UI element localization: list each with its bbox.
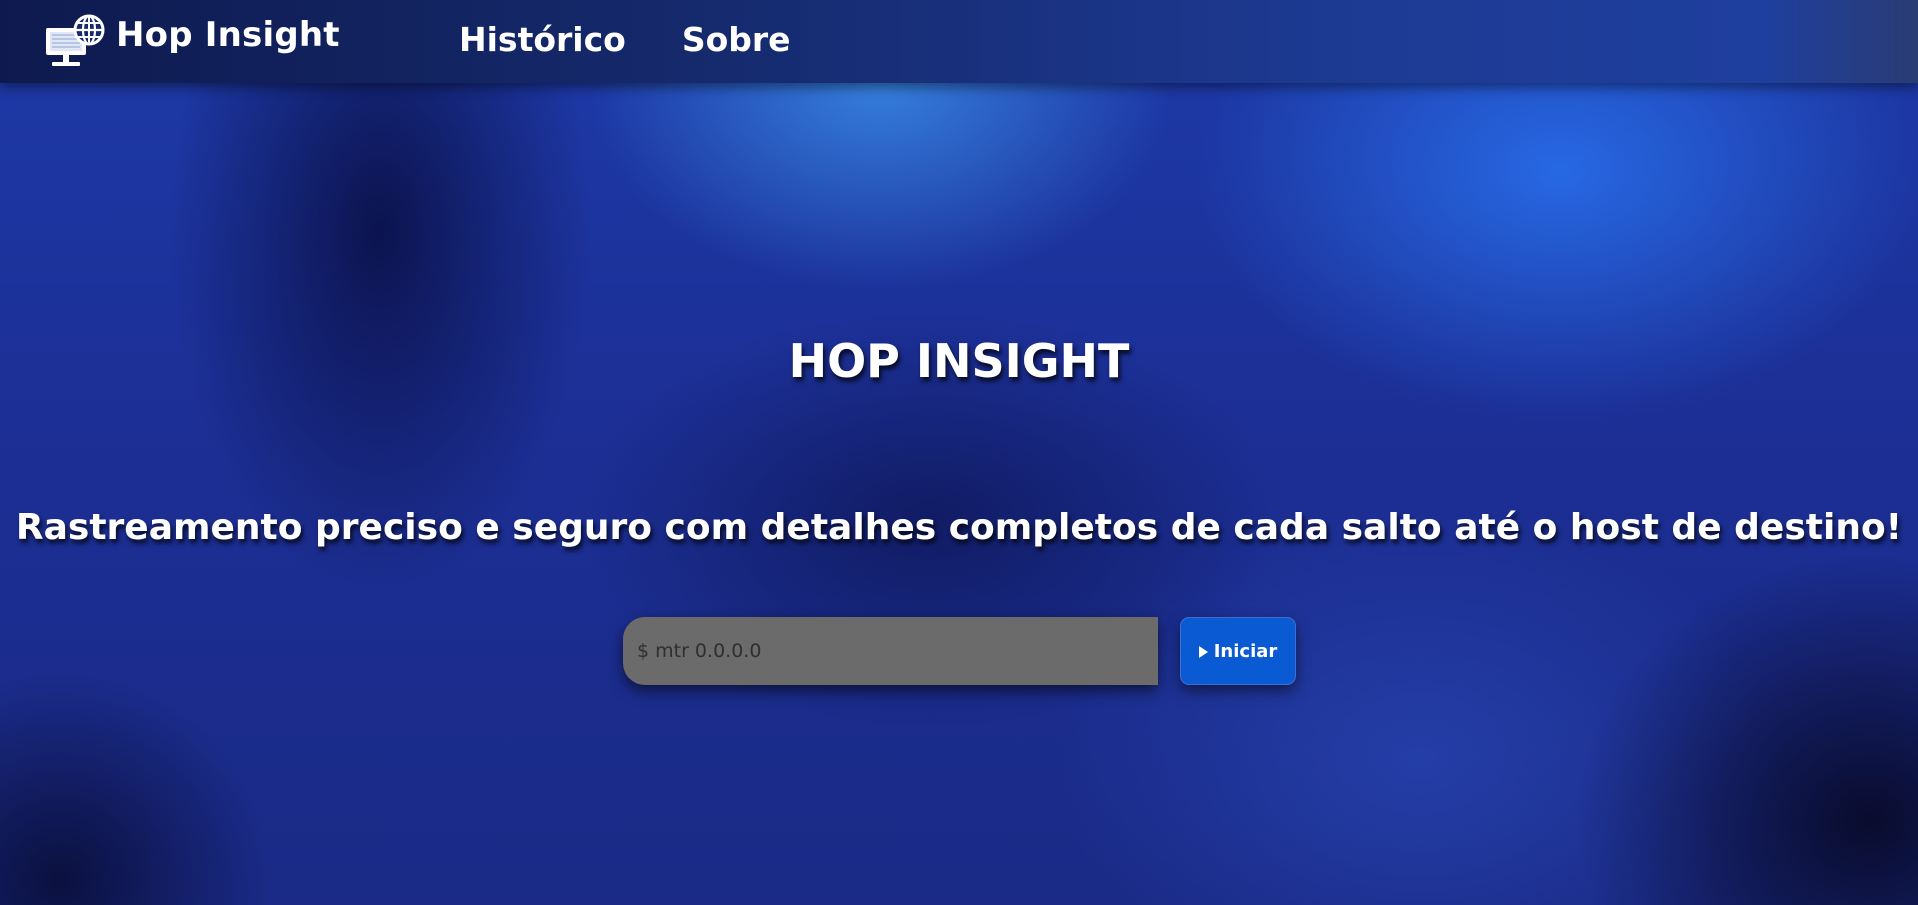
computer-globe-icon	[44, 14, 108, 68]
nav-links: Histórico Sobre	[459, 20, 791, 59]
hero-subtitle: Rastreamento preciso e seguro com detalh…	[15, 507, 1903, 548]
start-button-label: Iniciar	[1213, 640, 1278, 662]
nav-link-sobre[interactable]: Sobre	[682, 20, 791, 59]
start-button[interactable]: Iniciar	[1180, 617, 1296, 685]
top-navbar: Hop Insight Histórico Sobre	[0, 0, 1918, 83]
play-icon	[1198, 646, 1208, 658]
command-input[interactable]	[623, 617, 1158, 685]
hero-title: HOP INSIGHT	[788, 334, 1130, 388]
brand-name: Hop Insight	[116, 15, 340, 55]
nav-link-historico[interactable]: Histórico	[459, 20, 626, 59]
brand[interactable]: Hop Insight	[44, 14, 340, 68]
